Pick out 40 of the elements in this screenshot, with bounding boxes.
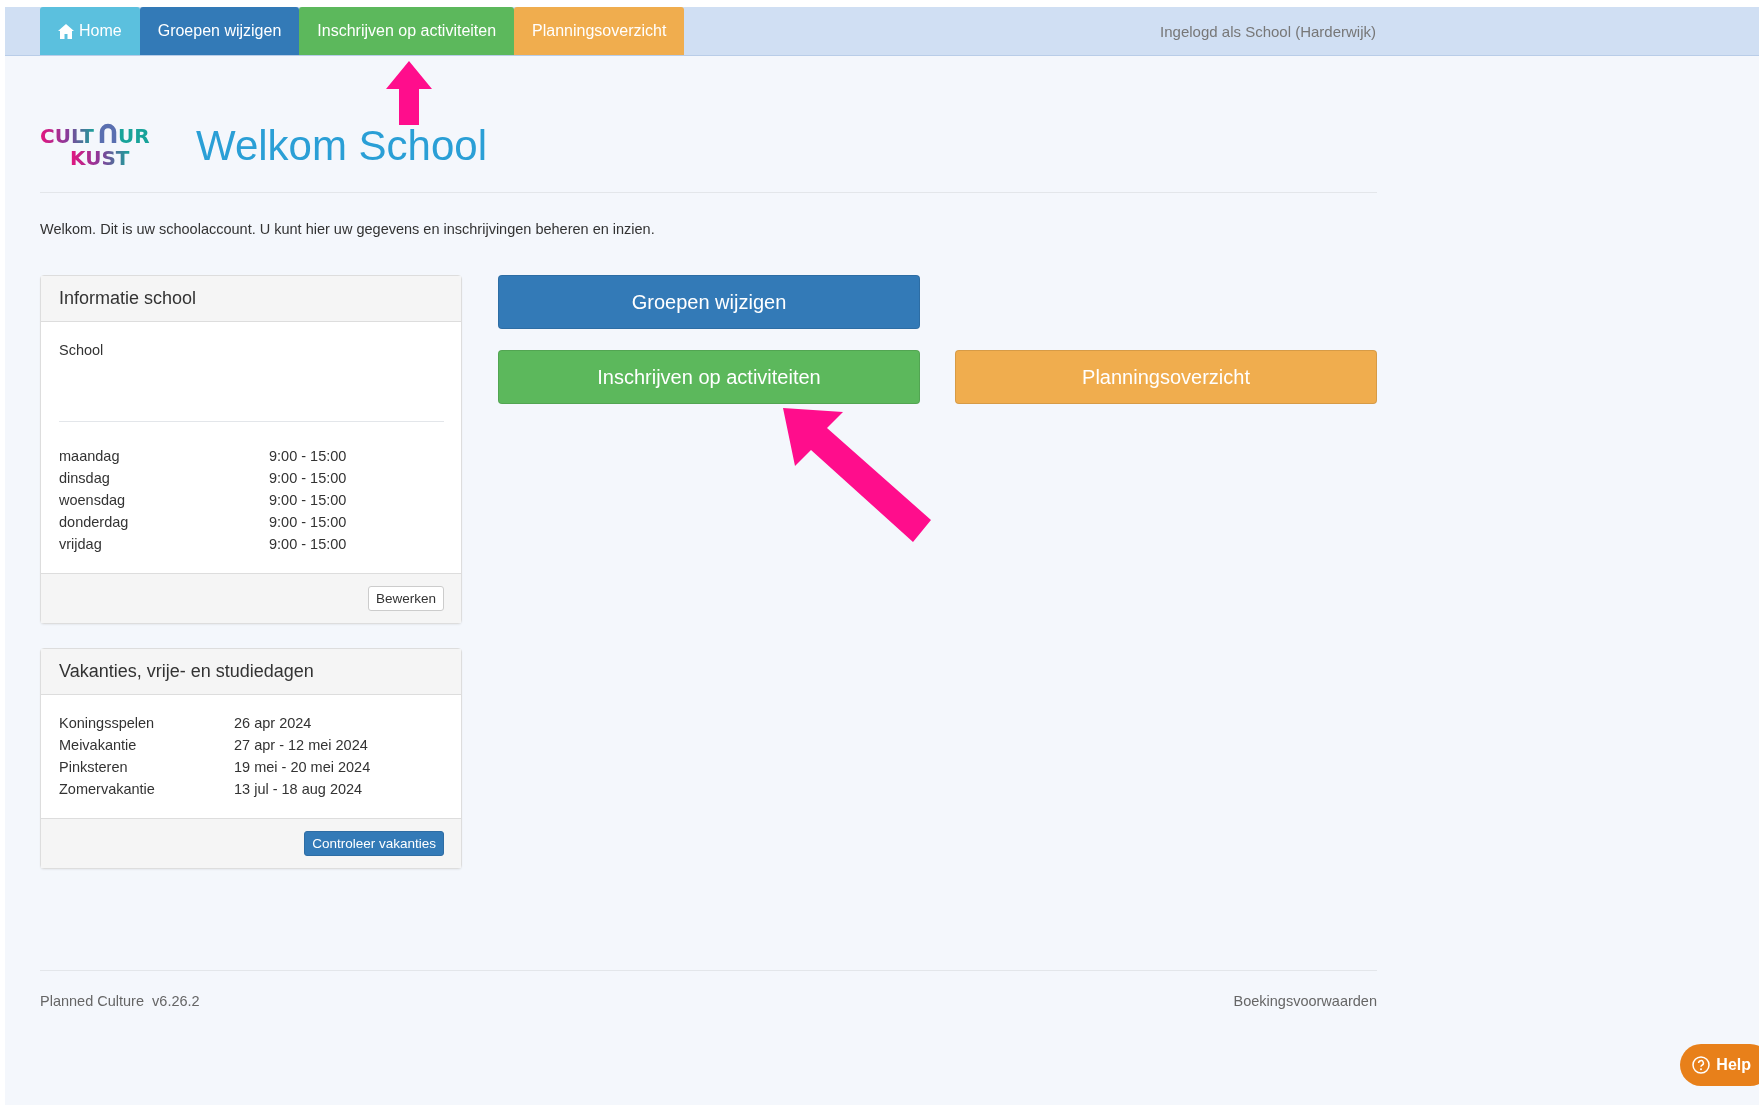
weekday: donderdag [59, 513, 130, 532]
nav-tab[interactable]: Planningsoverzicht [514, 7, 685, 55]
panel-title: Informatie school [41, 276, 461, 322]
nav-tab[interactable]: Home [40, 7, 140, 55]
weekday: woensdag [59, 491, 127, 510]
edit-button[interactable]: Bewerken [367, 586, 444, 611]
school-name: School [59, 341, 105, 360]
action-button[interactable]: Groepen wijzigen [498, 275, 920, 329]
help-button[interactable]: Help [1680, 1044, 1759, 1086]
opening-hours: 9:00 - 15:00 [269, 447, 348, 466]
logo: CULT UR KUST [40, 123, 160, 169]
check-holidays-button[interactable]: Controleer vakanties [304, 831, 444, 856]
holiday-dates: 13 jul - 18 aug 2024 [234, 780, 364, 799]
home-icon [58, 23, 74, 39]
weekday: vrijdag [59, 535, 103, 554]
holiday-name: Zomervakantie [59, 780, 156, 799]
intro-text: Welkom. Dit is uw schoolaccount. U kunt hier uw gegevens en inschrijvingen beheren en inzien. [40, 221, 656, 237]
annotation-arrow [386, 61, 432, 125]
weekday: maandag [59, 447, 121, 466]
panel-title: Vakanties, vrije- en studiedagen [41, 649, 461, 695]
holiday-name: Pinksteren [59, 758, 129, 777]
page-title: Welkom School [196, 122, 487, 170]
opening-hours: 9:00 - 15:00 [269, 535, 348, 554]
holiday-dates: 27 apr - 12 mei 2024 [234, 736, 369, 755]
logged-in-user: Ingelogd als School (Harderwijk) [1160, 22, 1376, 40]
holiday-dates: 19 mei - 20 mei 2024 [234, 758, 372, 777]
action-button[interactable]: Planningsoverzicht [955, 350, 1377, 404]
action-button[interactable]: Inschrijven op activiteiten [498, 350, 920, 404]
holiday-dates: 26 apr 2024 [234, 714, 313, 733]
terms-link[interactable]: Boekingsvoorwaarden [1233, 993, 1377, 1009]
opening-hours: 9:00 - 15:00 [269, 491, 348, 510]
opening-hours: 9:00 - 15:00 [269, 469, 348, 488]
weekday: dinsdag [59, 469, 111, 488]
holiday-name: Koningsspelen [59, 714, 156, 733]
version-text: Planned Culture v6.26.2 [40, 993, 200, 1009]
holiday-name: Meivakantie [59, 736, 138, 755]
nav-tab[interactable]: Groepen wijzigen [139, 7, 300, 55]
opening-hours: 9:00 - 15:00 [269, 513, 348, 532]
nav-tab[interactable]: Inschrijven op activiteiten [299, 7, 515, 55]
help-icon [1692, 1056, 1711, 1074]
